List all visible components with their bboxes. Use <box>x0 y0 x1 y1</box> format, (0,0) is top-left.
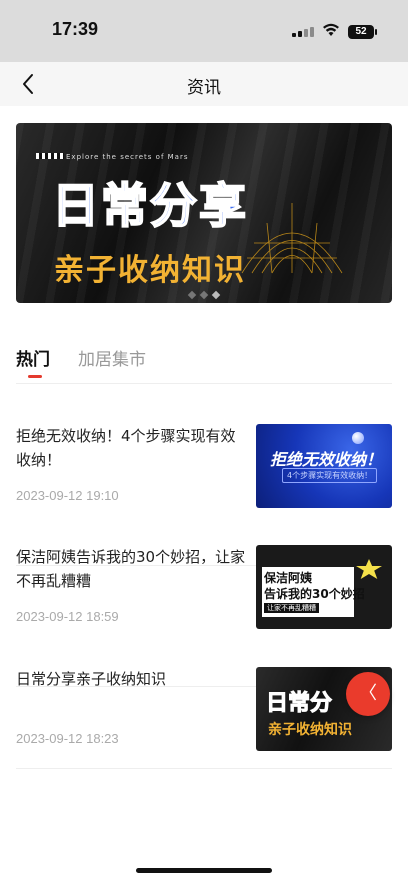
thumbnail-line: 让家不再乱糟糟 <box>264 603 319 613</box>
thumbnail-line: 告诉我的30个妙招 <box>264 587 365 601</box>
floating-back-button[interactable]: 〈 <box>346 672 390 716</box>
signal-icon <box>292 26 314 37</box>
active-tab-underline <box>28 375 42 378</box>
checker-decoration <box>36 153 64 159</box>
status-time: 17:39 <box>52 19 99 39</box>
home-indicator[interactable] <box>136 868 272 873</box>
article-title: 日常分享亲子收纳知识 <box>16 670 167 688</box>
wifi-icon <box>322 22 340 41</box>
thumbnail-subtitle: 亲子收纳知识 <box>268 722 352 738</box>
category-tabs: 热门 加居集市 <box>16 345 392 385</box>
banner-tagline: Explore the secrets of Mars <box>66 153 189 161</box>
article-item[interactable]: 日常分享亲子收纳知识 2023-09-12 18:23 日常分 亲子收纳知识 <box>16 667 392 789</box>
article-title: 保洁阿姨告诉我的30个妙招，让家不再乱糟糟 <box>16 548 246 590</box>
thumbnail-line: 保洁阿姨 <box>264 571 313 585</box>
article-title: 拒绝无效收纳！4个步骤实现有效收纳！ <box>16 427 236 469</box>
thumbnail-subtitle: 4个步骤实现有效收纳！ <box>282 468 378 483</box>
article-item[interactable]: 保洁阿姨告诉我的30个妙招，让家不再乱糟糟 2023-09-12 18:59 保… <box>16 545 392 687</box>
article-thumbnail: 保洁阿姨 告诉我的30个妙招 让家不再乱糟糟 <box>256 545 392 629</box>
grid-decoration <box>241 203 343 274</box>
star-icon <box>356 559 382 579</box>
status-icons: 52 <box>292 22 377 41</box>
carousel-dot-active[interactable] <box>211 290 221 300</box>
divider <box>16 383 392 384</box>
article-item[interactable]: 拒绝无效收纳！4个步骤实现有效收纳！ 2023-09-12 19:10 拒绝无效… <box>16 424 392 566</box>
nav-bar: 资讯 <box>0 62 408 106</box>
planet-decoration <box>352 432 364 444</box>
article-date: 2023-09-12 18:23 <box>16 731 119 746</box>
thumbnail-title: 拒绝无效收纳！ <box>270 450 383 469</box>
carousel-indicator <box>16 290 392 300</box>
status-bar: 17:39 52 <box>0 0 408 62</box>
banner-subtitle: 亲子收纳知识 <box>54 253 246 288</box>
banner-title: 日常分享 <box>51 178 248 235</box>
tab-home-market[interactable]: 加居集市 <box>78 345 146 370</box>
tab-hot[interactable]: 热门 <box>16 345 50 370</box>
article-date: 2023-09-12 19:10 <box>16 488 119 503</box>
article-date: 2023-09-12 18:59 <box>16 609 119 624</box>
article-thumbnail: 拒绝无效收纳！ 4个步骤实现有效收纳！ <box>256 424 392 508</box>
banner-carousel[interactable]: Explore the secrets of Mars 日常分享 亲子收纳知识 <box>16 123 392 303</box>
thumbnail-title: 日常分 <box>265 691 333 717</box>
page-title: 资讯 <box>187 78 221 98</box>
carousel-dot[interactable] <box>187 290 197 300</box>
carousel-dot[interactable] <box>199 290 209 300</box>
divider <box>16 768 392 769</box>
battery-icon: 52 <box>348 24 377 39</box>
